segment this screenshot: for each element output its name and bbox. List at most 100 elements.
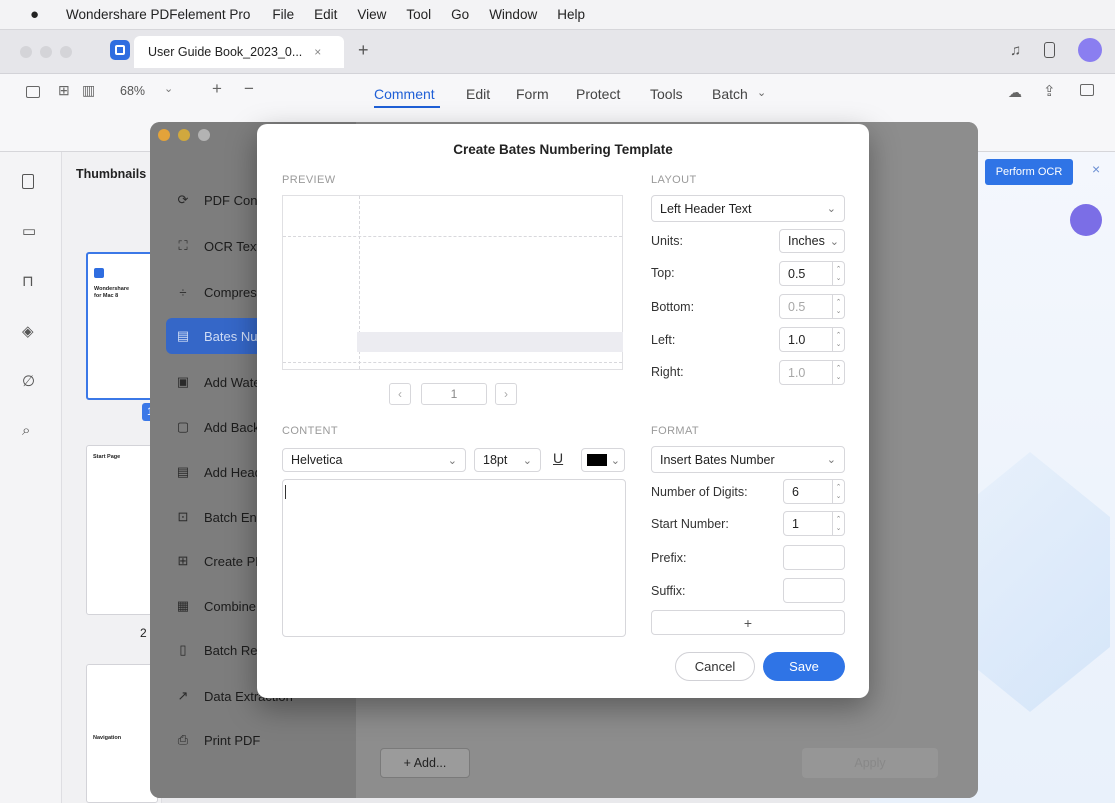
close-ocr-banner-icon[interactable]: × bbox=[1092, 161, 1100, 177]
thumbnail-page-1-text: Wondershare for Mac 8 bbox=[94, 286, 129, 300]
panel-toggle-icon[interactable] bbox=[1080, 84, 1094, 96]
ai-assistant-icon[interactable] bbox=[1070, 204, 1102, 236]
digits-stepper-icon[interactable]: ⌃ ⌄ bbox=[832, 480, 844, 503]
apple-icon[interactable]: ● bbox=[30, 6, 48, 23]
sidebar-toggle-icon[interactable] bbox=[26, 86, 40, 98]
attachment-icon[interactable]: ∅ bbox=[22, 372, 35, 390]
bookmark-icon[interactable]: ⊓ bbox=[22, 272, 34, 290]
font-select[interactable]: Helvetica ⌄ bbox=[282, 448, 466, 472]
units-select[interactable]: Inches ⌄ bbox=[779, 229, 845, 253]
menu-window[interactable]: Window bbox=[489, 7, 537, 22]
batch-zoom-button[interactable] bbox=[198, 129, 210, 141]
left-margin-field[interactable]: 1.0 ⌃ ⌄ bbox=[779, 327, 845, 352]
format-section-label: FORMAT bbox=[651, 425, 700, 437]
menubar-app-name[interactable]: Wondershare PDFelement Pro bbox=[66, 7, 250, 22]
lock-icon: ⊡ bbox=[177, 509, 189, 524]
new-tab-button[interactable]: + bbox=[358, 40, 369, 61]
add-format-button[interactable]: + bbox=[651, 610, 845, 635]
start-number-stepper-icon[interactable]: ⌃ ⌄ bbox=[832, 512, 844, 535]
digits-value: 6 bbox=[792, 484, 799, 499]
font-color-select[interactable]: ⌄ bbox=[581, 448, 625, 472]
bell-icon[interactable]: ♫ bbox=[1010, 42, 1021, 59]
menu-tool[interactable]: Tool bbox=[406, 7, 431, 22]
top-margin-field[interactable]: 0.5 ⌃ ⌄ bbox=[779, 261, 845, 286]
menu-file[interactable]: File bbox=[272, 7, 294, 22]
right-margin-field[interactable]: 1.0 ⌃ ⌄ bbox=[779, 360, 845, 385]
prefix-field[interactable] bbox=[783, 545, 845, 570]
apply-button[interactable]: Apply bbox=[802, 748, 938, 778]
thumbnail-page-3[interactable]: Navigation bbox=[86, 664, 158, 803]
avatar[interactable] bbox=[1078, 38, 1102, 62]
right-stepper-icon[interactable]: ⌃ ⌄ bbox=[832, 361, 844, 384]
digits-field[interactable]: 6 ⌃ ⌄ bbox=[783, 479, 845, 504]
device-icon[interactable] bbox=[1044, 42, 1055, 58]
thumbnail-page-2-title: Start Page bbox=[93, 454, 121, 460]
digits-label: Number of Digits: bbox=[651, 485, 748, 499]
next-page-button[interactable]: › bbox=[495, 383, 517, 405]
tab-protect[interactable]: Protect bbox=[576, 86, 620, 102]
batch-minimize-button[interactable] bbox=[178, 129, 190, 141]
close-window-button[interactable] bbox=[20, 46, 32, 58]
bates-preview bbox=[282, 195, 623, 370]
tab-comment[interactable]: Comment bbox=[374, 86, 435, 102]
tab-batch[interactable]: Batch bbox=[712, 86, 748, 102]
layers-icon[interactable]: ◈ bbox=[22, 322, 34, 340]
bottom-stepper-icon[interactable]: ⌃ ⌄ bbox=[832, 295, 844, 318]
watermark-icon: ▣ bbox=[176, 374, 190, 389]
grid-view-icon[interactable]: ⊞ bbox=[58, 82, 70, 99]
left-stepper-icon[interactable]: ⌃ ⌄ bbox=[832, 328, 844, 351]
menu-edit[interactable]: Edit bbox=[314, 7, 337, 22]
batch-close-button[interactable] bbox=[158, 129, 170, 141]
search-icon[interactable]: ⌕ bbox=[22, 422, 30, 439]
zoom-dropdown-icon[interactable]: ⌄ bbox=[164, 82, 173, 95]
tab-edit[interactable]: Edit bbox=[466, 86, 490, 102]
previous-page-button[interactable]: ‹ bbox=[389, 383, 411, 405]
page-number-input[interactable]: 1 bbox=[421, 383, 487, 405]
window-controls bbox=[20, 46, 72, 58]
cloud-icon[interactable]: ☁ bbox=[1008, 84, 1022, 101]
tab-tools[interactable]: Tools bbox=[650, 86, 683, 102]
tab-form[interactable]: Form bbox=[516, 86, 549, 102]
menu-go[interactable]: Go bbox=[451, 7, 469, 22]
perform-ocr-button[interactable]: Perform OCR bbox=[985, 159, 1073, 185]
thumbnail-page-1[interactable]: Wondershare for Mac 8 bbox=[86, 252, 158, 400]
comment-icon[interactable]: ▭ bbox=[22, 222, 36, 240]
menu-view[interactable]: View bbox=[357, 7, 386, 22]
cancel-button[interactable]: Cancel bbox=[675, 652, 755, 681]
batch-item-label: Compress bbox=[204, 284, 264, 300]
menu-help[interactable]: Help bbox=[557, 7, 585, 22]
units-value: Inches bbox=[788, 234, 825, 248]
create-pdf-icon: ⊞ bbox=[177, 553, 189, 568]
batch-item-print-pdf[interactable]: ⎙ Print PDF bbox=[166, 722, 346, 758]
thumbnail-line-2: for Mac 8 bbox=[94, 293, 119, 299]
document-tab[interactable]: User Guide Book_2023_0... × bbox=[134, 36, 344, 68]
save-button[interactable]: Save bbox=[763, 652, 845, 681]
bottom-margin-field[interactable]: 0.5 ⌃ ⌄ bbox=[779, 294, 845, 319]
left-label: Left: bbox=[651, 333, 676, 347]
menubar: ● Wondershare PDFelement Pro File Edit V… bbox=[0, 0, 1115, 30]
suffix-field[interactable] bbox=[783, 578, 845, 603]
close-tab-icon[interactable]: × bbox=[314, 45, 321, 59]
thumbnail-page-3-title: Navigation bbox=[93, 735, 122, 741]
thumbnails-icon[interactable] bbox=[22, 174, 34, 189]
start-number-field[interactable]: 1 ⌃ ⌄ bbox=[783, 511, 845, 536]
font-size-select[interactable]: 18pt ⌄ bbox=[474, 448, 541, 472]
top-stepper-icon[interactable]: ⌃ ⌄ bbox=[832, 262, 844, 285]
format-select[interactable]: Insert Bates Number ⌄ bbox=[651, 446, 845, 473]
add-files-button[interactable]: + Add... bbox=[380, 748, 470, 778]
batch-window-controls bbox=[158, 129, 210, 141]
content-text-area[interactable] bbox=[282, 479, 626, 637]
share-icon[interactable]: ⇪ bbox=[1043, 82, 1056, 100]
zoom-in-icon[interactable]: + bbox=[212, 79, 222, 99]
zoom-out-icon[interactable]: − bbox=[244, 79, 254, 99]
format-value: Insert Bates Number bbox=[660, 452, 775, 467]
zoom-level[interactable]: 68% bbox=[120, 84, 145, 98]
units-label: Units: bbox=[651, 234, 683, 248]
layout-position-select[interactable]: Left Header Text ⌄ bbox=[651, 195, 845, 222]
thumbnail-page-2[interactable]: Start Page bbox=[86, 445, 158, 615]
minimize-window-button[interactable] bbox=[40, 46, 52, 58]
zoom-window-button[interactable] bbox=[60, 46, 72, 58]
bates-template-dialog: Create Bates Numbering Template PREVIEW … bbox=[257, 124, 869, 698]
page-view-icon[interactable]: ▥ bbox=[82, 82, 95, 99]
underline-button[interactable]: U bbox=[553, 450, 563, 466]
